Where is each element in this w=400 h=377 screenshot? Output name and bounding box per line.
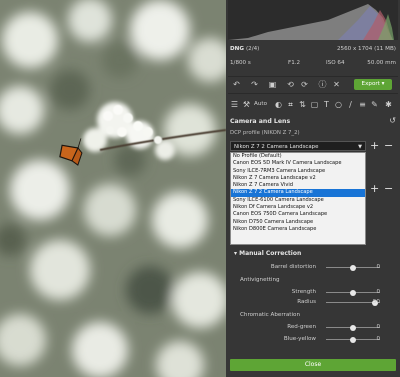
info-icon[interactable]: ⓘ — [318, 80, 327, 89]
red-green-value[interactable]: 0 — [376, 324, 380, 330]
rotate-left-icon[interactable]: ⟲ — [286, 80, 295, 89]
undo-icon[interactable]: ↶ — [232, 80, 241, 89]
iso: ISO 64 — [326, 60, 345, 66]
export-button[interactable]: Export ▾ — [354, 79, 392, 90]
red-green-label: Red-green — [287, 324, 316, 330]
aperture: F1.2 — [288, 60, 301, 66]
slider-thumb[interactable] — [350, 264, 356, 271]
auto-button[interactable]: Auto — [254, 101, 267, 107]
circle-icon[interactable]: ○ — [334, 100, 343, 109]
circle-half-icon[interactable]: ◐ — [274, 100, 283, 109]
chevron-down-icon: ▼ — [358, 144, 362, 150]
focal-length: 50.00 mm — [367, 60, 396, 66]
photo-preview[interactable] — [0, 0, 226, 377]
barrel-distortion-value[interactable]: 0 — [376, 264, 380, 270]
sliders-icon[interactable]: ☰ — [230, 100, 239, 109]
tool-tabs: ☰ ⚒ Auto ◐ ⌗ ⇅ ▢ T ○ ∕ ≡ ✎ ✱ — [228, 97, 398, 112]
dropdown-option[interactable]: Nikon D750 Camera Landscape — [231, 219, 365, 226]
rotate-right-icon[interactable]: ⟳ — [300, 80, 309, 89]
file-type: DNG — [230, 46, 244, 52]
dropdown-option-selected[interactable]: Nikon Z 7 2 Camera Landscape — [231, 189, 365, 197]
dropdown-option[interactable]: Sony ILCE-7RM3 Camera Landscape — [231, 168, 365, 175]
dropdown-option[interactable]: Nikon Z 7 Camera Landscape v2 — [231, 175, 365, 182]
edit-toolbar: ↶ ↷ ▣ ⟲ ⟳ ⓘ ✕ Export ▾ — [228, 76, 398, 94]
image-dimensions: 2560 x 1704 (11 MB) — [336, 46, 396, 52]
brush-icon[interactable]: ∕ — [346, 100, 355, 109]
dcp-profile-label: DCP profile (NIKON Z 7_2) — [230, 130, 300, 136]
exif-row: 1/800 s F1.2 ISO 64 50.00 mm — [230, 59, 396, 68]
manual-correction-title[interactable]: ▾ Manual Correction — [234, 250, 301, 257]
dropdown-option[interactable]: Nikon Df Camera Landscape v2 — [231, 204, 365, 211]
strength-slider[interactable] — [326, 289, 380, 296]
image-icon[interactable]: ▣ — [268, 80, 277, 89]
histogram — [228, 0, 398, 40]
gear-icon[interactable]: ✱ — [384, 100, 393, 109]
dropdown-option[interactable]: Canon EOS 5D Mark IV Camera Landscape — [231, 160, 365, 167]
slider-thumb[interactable] — [350, 289, 356, 296]
reset-icon[interactable]: ↺ — [389, 116, 396, 125]
file-info-row: DNG (2/4) 2560 x 1704 (11 MB) — [230, 45, 396, 54]
chromatic-aberration-label: Chromatic Aberration — [240, 312, 300, 318]
close-button[interactable]: Close — [230, 359, 396, 371]
dropdown-option[interactable]: Canon EOS 750D Camera Landscape — [231, 211, 365, 218]
text-icon[interactable]: T — [322, 100, 331, 109]
histogram-graph — [228, 4, 394, 40]
dcp-profile-select[interactable]: Nikon Z 7 2 Camera Landscape ▼ — [230, 141, 366, 151]
dropdown-option[interactable]: No Profile (Default) — [231, 153, 365, 160]
add-profile-icon[interactable]: + — [370, 140, 379, 151]
blue-yellow-label: Blue-yellow — [283, 336, 316, 342]
remove-icon-2[interactable]: − — [384, 183, 393, 194]
list-icon[interactable]: ≡ — [358, 100, 367, 109]
barrel-distortion-slider[interactable] — [326, 264, 380, 271]
pipette-icon[interactable]: ✎ — [370, 100, 379, 109]
red-green-slider[interactable] — [326, 324, 380, 331]
manual-correction-label: Manual Correction — [239, 250, 302, 257]
strength-value[interactable]: 0 — [376, 289, 380, 295]
remove-profile-icon[interactable]: − — [384, 140, 393, 151]
slider-thumb[interactable] — [350, 336, 356, 343]
camera-lens-title: Camera and Lens — [230, 118, 291, 125]
blue-yellow-value[interactable]: 0 — [376, 336, 380, 342]
shutter-speed: 1/800 s — [230, 60, 251, 66]
add-icon-2[interactable]: + — [370, 183, 379, 194]
barrel-distortion-label: Barrel distortion — [270, 264, 316, 270]
dcp-selected-value: Nikon Z 7 2 Camera Landscape — [234, 144, 319, 150]
frame-icon[interactable]: ▢ — [310, 100, 319, 109]
levels-icon[interactable]: ⇅ — [298, 100, 307, 109]
file-index: (2/4) — [246, 46, 260, 52]
slider-thumb[interactable] — [350, 324, 356, 331]
radius-value[interactable]: 50 — [373, 299, 380, 305]
dcp-profile-dropdown: No Profile (Default) Canon EOS 5D Mark I… — [230, 152, 366, 245]
dropdown-option[interactable]: Nikon D800E Camera Landscape — [231, 226, 365, 233]
trash-icon[interactable]: ✕ — [332, 80, 341, 89]
dropdown-option[interactable]: Nikon Z 7 Camera Vivid — [231, 182, 365, 189]
radius-label: Radius — [297, 299, 316, 305]
dropdown-option[interactable]: Sony ILCE-6100 Camera Landscape — [231, 197, 365, 204]
redo-icon[interactable]: ↷ — [250, 80, 259, 89]
antivignetting-label: Antivignetting — [240, 277, 280, 283]
photo-image — [0, 0, 226, 377]
wrench-icon[interactable]: ⚒ — [242, 100, 251, 109]
export-label: Export — [361, 81, 380, 87]
crop-icon[interactable]: ⌗ — [286, 100, 295, 109]
blue-yellow-slider[interactable] — [326, 336, 380, 343]
strength-label: Strength — [291, 289, 316, 295]
